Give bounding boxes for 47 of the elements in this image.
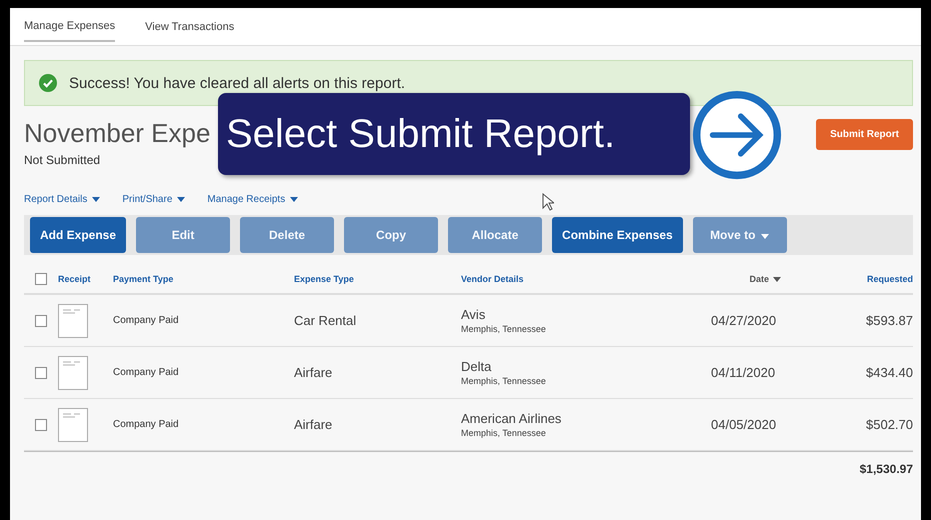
vendor-location: Memphis, Tennessee — [461, 376, 546, 386]
table-cell: 04/27/2020 — [711, 295, 801, 347]
tab[interactable]: View Transactions — [145, 12, 234, 40]
toolbar-button[interactable]: Combine Expenses — [552, 217, 683, 253]
alert-message: Success! You have cleared all alerts on this report. — [69, 74, 406, 92]
callout-text: Select Submit Report. — [226, 112, 616, 156]
vendor-name: Delta — [461, 359, 492, 374]
cursor-icon — [542, 193, 554, 211]
report-status: Not Submitted — [24, 153, 102, 167]
receipt-thumbnail-icon[interactable] — [58, 356, 88, 390]
table-cell: Car Rental — [294, 295, 461, 347]
checkbox[interactable] — [35, 418, 47, 430]
arrow-right-icon — [692, 90, 782, 180]
receipt-thumbnail-icon[interactable] — [58, 304, 88, 338]
table-cell: Company Paid — [113, 399, 294, 451]
column-header[interactable]: Receipt — [58, 265, 113, 295]
total-amount: $1,530.97 — [860, 462, 913, 476]
vendor-name: Avis — [461, 307, 486, 322]
dropdown-menu-link[interactable]: Print/Share — [122, 194, 186, 204]
receipt-thumbnail-icon[interactable] — [58, 408, 88, 442]
checkbox[interactable] — [35, 314, 47, 326]
vendor-location: Memphis, Tennessee — [461, 428, 546, 438]
table-cell: $502.70 — [801, 399, 913, 451]
column-header[interactable]: Payment Type — [113, 265, 294, 295]
table-cell: 04/11/2020 — [711, 347, 801, 399]
column-header[interactable]: Expense Type — [294, 265, 461, 295]
table-cell: Company Paid — [113, 347, 294, 399]
tab[interactable]: Manage Expenses — [24, 12, 116, 42]
checkbox[interactable] — [35, 366, 47, 378]
check-circle-icon — [39, 74, 57, 92]
report-title: November Expe — [24, 118, 210, 149]
vendor-name: American Airlines — [461, 411, 562, 426]
table-cell: Company Paid — [113, 295, 294, 347]
column-header[interactable]: Vendor Details — [461, 265, 711, 295]
table-cell: Airfare — [294, 347, 461, 399]
submit-report-button[interactable]: Submit Report — [816, 119, 913, 150]
checkbox[interactable] — [35, 273, 47, 285]
column-header[interactable]: Date — [711, 265, 801, 295]
dropdown-menu-link[interactable]: Manage Receipts — [207, 194, 298, 204]
table-cell: $593.87 — [801, 295, 913, 347]
table-cell: 04/05/2020 — [711, 399, 801, 451]
column-header[interactable]: Requested — [801, 265, 913, 295]
table-cell: $434.40 — [801, 347, 913, 399]
table-cell: Airfare — [294, 399, 461, 451]
dropdown-menu-link[interactable]: Report Details — [24, 194, 100, 204]
toolbar-button[interactable]: Add Expense — [30, 217, 126, 253]
vendor-location: Memphis, Tennessee — [461, 324, 546, 334]
